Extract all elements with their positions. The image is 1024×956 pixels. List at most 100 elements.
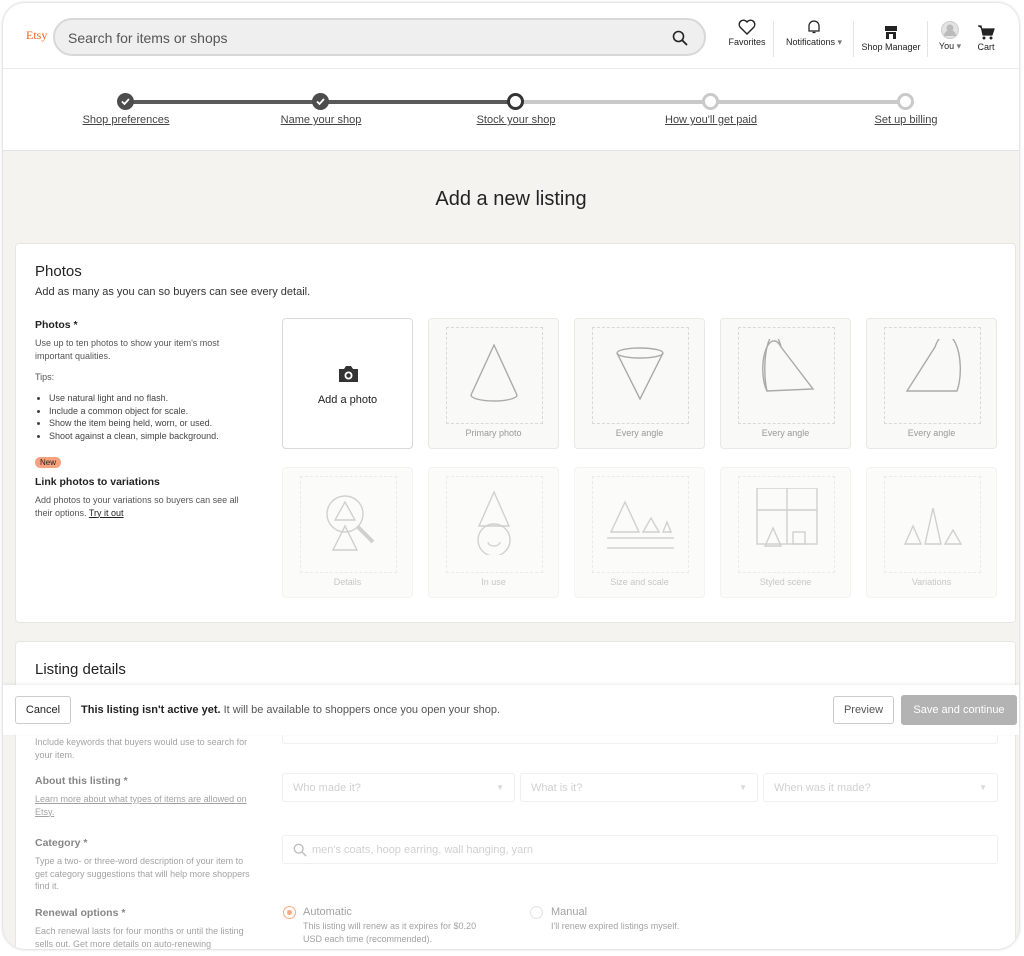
- slot-caption: Primary photo: [465, 428, 522, 438]
- inactive-notice: This listing isn't active yet. It will b…: [81, 704, 500, 716]
- photo-slot-details[interactable]: Details: [282, 467, 413, 598]
- what-is-it-value: What is it?: [531, 782, 583, 794]
- photo-slot-angle[interactable]: Every angle: [574, 318, 705, 449]
- etsy-logo[interactable]: Etsy: [26, 28, 47, 43]
- step-how-youll-get-paid[interactable]: How you'll get paid: [631, 114, 791, 126]
- photos-field-desc: Use up to ten photos to show your item's…: [35, 338, 220, 361]
- photo-slot-angle[interactable]: Every angle: [720, 318, 851, 449]
- about-listing-label: About this listing *: [35, 775, 128, 787]
- onboarding-progress: Shop preferences Name your shop Stock yo…: [3, 69, 1019, 151]
- inactive-notice-text: It will be available to shoppers once yo…: [220, 704, 500, 716]
- renewal-desc: Each renewal lasts for four months or un…: [35, 926, 244, 949]
- search-placeholder: Search for items or shops: [68, 30, 228, 46]
- search-input[interactable]: Search for items or shops: [53, 18, 706, 56]
- cone-inverted-icon: [616, 347, 664, 401]
- you-label: You: [938, 41, 955, 51]
- tips-label: Tips:: [35, 372, 55, 382]
- category-placeholder: men's coats, hoop earring, wall hanging,…: [312, 844, 534, 856]
- tip-item: Use natural light and no flash.: [49, 392, 219, 405]
- category-input[interactable]: men's coats, hoop earring, wall hanging,…: [282, 835, 998, 864]
- step-shop-preferences[interactable]: Shop preferences: [46, 114, 206, 126]
- nav-divider: [773, 21, 774, 57]
- ruler-cones-icon: [607, 500, 674, 549]
- three-cones-icon: [903, 507, 963, 545]
- shop-manager-label: Shop Manager: [861, 42, 921, 52]
- top-header: Etsy Search for items or shops Favorites…: [3, 3, 1019, 69]
- link-photos-desc: Add photos to your variations so buyers …: [35, 494, 257, 519]
- who-made-it-value: Who made it?: [293, 782, 361, 794]
- search-icon[interactable]: [672, 30, 688, 46]
- slot-caption: Every angle: [761, 428, 810, 438]
- chevron-down-icon: ▼: [496, 783, 504, 792]
- shop-icon: [885, 26, 897, 39]
- renewal-automatic-desc: This listing will renew as it expires fo…: [303, 921, 477, 944]
- save-and-continue-button[interactable]: Save and continue: [901, 695, 1017, 725]
- cancel-button[interactable]: Cancel: [15, 696, 71, 724]
- cart-icon: [978, 25, 995, 40]
- allowed-items-link[interactable]: Learn more about what types of items are…: [35, 793, 260, 818]
- tip-item: Show the item being held, worn, or used.: [49, 417, 219, 430]
- favorites-label: Favorites: [728, 37, 766, 47]
- bell-icon: [808, 20, 820, 34]
- app-window: Etsy Search for items or shops Favorites…: [3, 3, 1019, 949]
- inactive-notice-bold: This listing isn't active yet.: [81, 704, 221, 716]
- notifications-label: Notifications: [785, 37, 835, 47]
- step-todo-dot: [897, 93, 914, 110]
- slot-caption: Variations: [911, 577, 952, 587]
- search-icon: [293, 843, 307, 857]
- magnifier-icon: [326, 495, 375, 551]
- slot-caption: In use: [481, 577, 506, 587]
- tips-list: Use natural light and no flash. Include …: [35, 392, 219, 442]
- chevron-down-icon: ▾: [835, 37, 843, 47]
- favorites-button[interactable]: Favorites: [725, 19, 769, 47]
- step-done-check-icon: [312, 93, 329, 110]
- step-todo-dot: [702, 93, 719, 110]
- nav-divider: [853, 21, 854, 57]
- photo-slot-variations[interactable]: Variations: [866, 467, 997, 598]
- renewal-manual-label: Manual: [551, 906, 588, 918]
- preview-button[interactable]: Preview: [833, 696, 894, 724]
- camera-icon: [339, 366, 358, 382]
- step-name-your-shop[interactable]: Name your shop: [241, 114, 401, 126]
- photo-slot-size-scale[interactable]: Size and scale: [574, 467, 705, 598]
- tip-item: Include a common object for scale.: [49, 405, 219, 418]
- tip-item: Shoot against a clean, simple background…: [49, 430, 219, 443]
- renewal-manual-radio[interactable]: [530, 906, 543, 919]
- add-photo-button[interactable]: Add a photo: [282, 318, 413, 449]
- link-photos-title: Link photos to variations: [35, 476, 160, 488]
- you-menu-button[interactable]: You ▾: [931, 21, 969, 52]
- when-made-select[interactable]: When was it made? ▼: [763, 773, 998, 802]
- cart-label: Cart: [977, 42, 995, 52]
- chevron-down-icon: ▾: [954, 41, 962, 51]
- chevron-down-icon: ▼: [739, 783, 747, 792]
- page-title: Add a new listing: [435, 188, 587, 210]
- step-done-check-icon: [117, 93, 134, 110]
- slot-caption: Details: [333, 577, 362, 587]
- cart-button[interactable]: Cart: [971, 25, 1001, 52]
- slot-caption: Every angle: [615, 428, 664, 438]
- slot-caption: Styled scene: [759, 577, 812, 587]
- new-badge: New: [35, 457, 62, 468]
- photo-slot-primary[interactable]: Primary photo: [428, 318, 559, 449]
- shop-manager-button[interactable]: Shop Manager: [858, 25, 924, 52]
- step-stock-your-shop[interactable]: Stock your shop: [436, 114, 596, 126]
- cone-side-icon: [905, 339, 962, 392]
- add-photo-label: Add a photo: [317, 394, 378, 406]
- avatar: [941, 21, 959, 39]
- bottom-action-bar: Cancel This listing isn't active yet. It…: [3, 685, 1019, 735]
- photo-slot-angle[interactable]: Every angle: [866, 318, 997, 449]
- photos-subtitle: Add as many as you can so buyers can see…: [35, 286, 311, 298]
- step-set-up-billing[interactable]: Set up billing: [826, 114, 986, 126]
- photo-slot-in-use[interactable]: In use: [428, 467, 559, 598]
- what-is-it-select[interactable]: What is it? ▼: [520, 773, 758, 802]
- try-it-out-link[interactable]: Try it out: [89, 508, 124, 518]
- renewal-automatic-radio[interactable]: [283, 906, 296, 919]
- photos-title: Photos: [35, 263, 82, 280]
- who-made-it-select[interactable]: Who made it? ▼: [282, 773, 515, 802]
- notifications-button[interactable]: Notifications ▾: [778, 19, 850, 48]
- nav-divider: [927, 21, 928, 57]
- photos-field-label: Photos *: [35, 319, 78, 331]
- slot-caption: Every angle: [907, 428, 956, 438]
- photo-slot-styled-scene[interactable]: Styled scene: [720, 467, 851, 598]
- cone-icon: [470, 343, 518, 402]
